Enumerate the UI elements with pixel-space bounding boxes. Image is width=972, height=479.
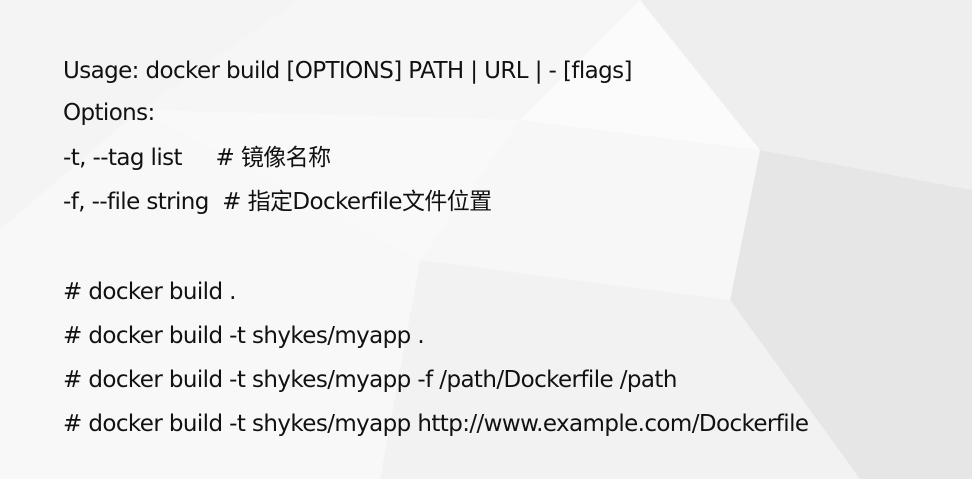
option-tag: -t, --tag list # 镜像名称	[63, 145, 331, 171]
example-command: # docker build -t shykes/myapp http://ww…	[63, 411, 809, 437]
usage-line: Usage: docker build [OPTIONS] PATH | URL…	[63, 58, 632, 84]
docker-build-usage-slide: Usage: docker build [OPTIONS] PATH | URL…	[63, 0, 963, 479]
option-file: -f, --file string # 指定Dockerfile文件位置	[63, 189, 492, 215]
example-command: # docker build .	[63, 279, 237, 305]
example-command: # docker build -t shykes/myapp .	[63, 323, 425, 349]
options-heading: Options:	[63, 100, 155, 126]
example-command: # docker build -t shykes/myapp -f /path/…	[63, 367, 677, 393]
